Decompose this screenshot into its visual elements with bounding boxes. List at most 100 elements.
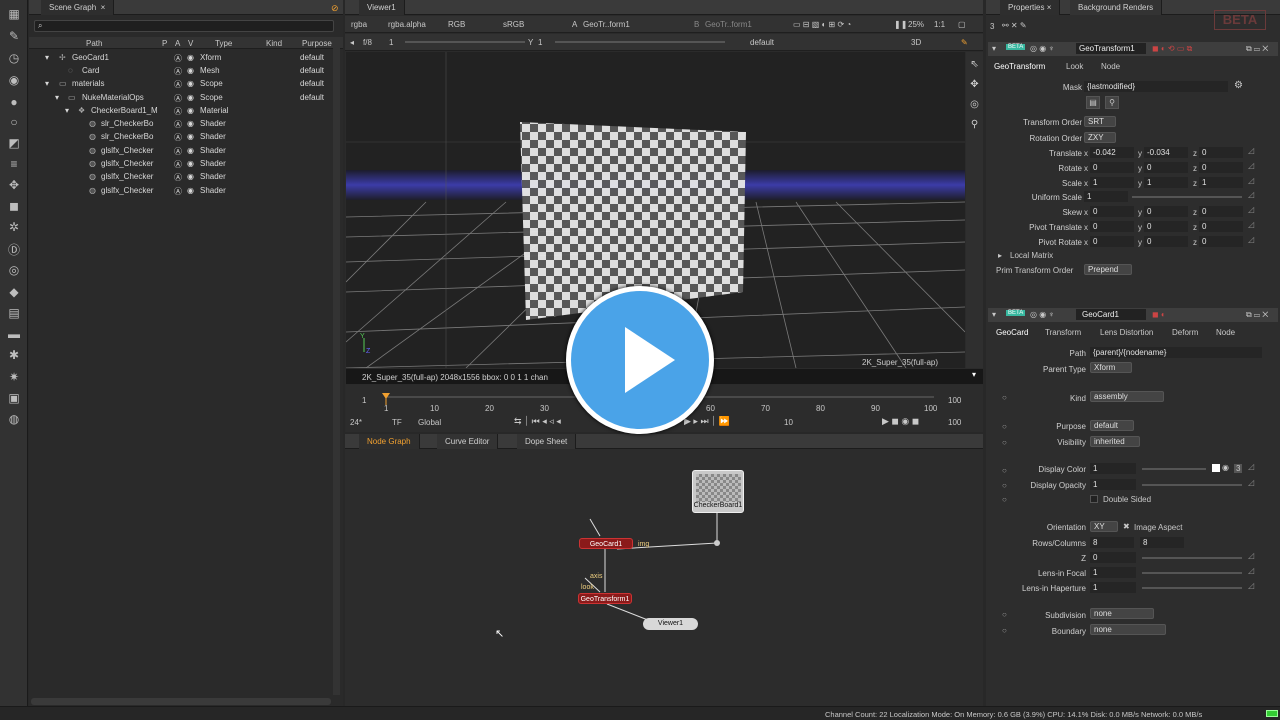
- scene-graph-search-input[interactable]: ⌕: [34, 20, 334, 32]
- transform-icon[interactable]: ✥: [968, 78, 981, 91]
- lens-haperture-slider[interactable]: [1142, 587, 1242, 589]
- frame-end-field[interactable]: 100: [948, 418, 961, 427]
- expand-icon[interactable]: ▾: [45, 53, 49, 62]
- color-swatch[interactable]: [1212, 464, 1220, 472]
- visibility-icon[interactable]: ◉: [187, 66, 194, 75]
- box-icon[interactable]: ▣: [6, 390, 22, 406]
- translate-x-field[interactable]: -0.042: [1090, 147, 1134, 158]
- col-path[interactable]: Path: [86, 39, 102, 48]
- display-mode-dropdown[interactable]: RGB: [448, 20, 465, 29]
- tab-properties[interactable]: Properties ×: [1000, 0, 1061, 15]
- visibility-icon[interactable]: ◉: [187, 186, 194, 195]
- rows-field[interactable]: 8: [1090, 537, 1134, 548]
- left-arrow-icon[interactable]: ◂: [350, 38, 354, 47]
- palette-icon[interactable]: ◉: [6, 72, 22, 88]
- timeline-in-point[interactable]: 1: [362, 396, 366, 405]
- pivot-rotate-x-field[interactable]: 0: [1090, 236, 1134, 247]
- geocard-node[interactable]: GeoCard1: [579, 538, 633, 549]
- fstop-dropdown[interactable]: f/8: [363, 38, 372, 47]
- pivot-translate-z-field[interactable]: 0: [1199, 221, 1243, 232]
- panel-color-icons[interactable]: ◼ ◐ ⟲ ▭ ⧉: [1152, 44, 1192, 54]
- tab-geotransform[interactable]: GeoTransform: [994, 62, 1045, 71]
- playback-forward-controls[interactable]: ▶ ▸ ⏭ ⏐ ⏩: [684, 416, 730, 427]
- anim-icon[interactable]: ◿: [1248, 551, 1254, 560]
- translate-y-field[interactable]: -0.034: [1144, 147, 1188, 158]
- alpha-dropdown[interactable]: rgba.alpha: [388, 20, 426, 29]
- active-icon[interactable]: Ⓐ: [174, 93, 182, 104]
- layers-icon[interactable]: ≡: [6, 156, 22, 172]
- gamma-value[interactable]: 1: [538, 38, 542, 47]
- lens-haperture-field[interactable]: 1: [1090, 582, 1136, 593]
- active-icon[interactable]: Ⓐ: [174, 53, 182, 64]
- folder-icon[interactable]: ▤: [1086, 96, 1100, 109]
- cube-icon[interactable]: ◼: [6, 198, 22, 214]
- pivot-translate-y-field[interactable]: 0: [1144, 221, 1188, 232]
- bar-icon[interactable]: ▬: [6, 326, 22, 342]
- checkerboard-node[interactable]: CheckerBoard1: [692, 470, 744, 513]
- channels-dropdown[interactable]: rgba: [351, 20, 367, 29]
- display-opacity-slider[interactable]: [1142, 484, 1242, 486]
- node-name-field[interactable]: GeoCard1: [1076, 309, 1146, 320]
- tab-dope-sheet[interactable]: Dope Sheet: [517, 434, 577, 449]
- max-panels-field[interactable]: 3: [990, 22, 994, 31]
- horizontal-scrollbar[interactable]: [31, 698, 331, 705]
- tab-curve-editor[interactable]: Curve Editor: [437, 434, 499, 449]
- rotate-z-field[interactable]: 0: [1199, 162, 1243, 173]
- expand-icon[interactable]: ▾: [55, 93, 59, 102]
- vertical-scrollbar[interactable]: [333, 40, 340, 695]
- zoom-dropdown[interactable]: 25%: [908, 20, 924, 29]
- camera-dropdown[interactable]: default: [750, 38, 774, 47]
- tab-geocard[interactable]: GeoCard: [996, 328, 1028, 337]
- select-icon[interactable]: ⇖: [968, 58, 981, 71]
- visibility-icon[interactable]: ◉: [187, 119, 194, 128]
- paint-icon[interactable]: ✎: [961, 38, 968, 47]
- anim-icon[interactable]: ◿: [1248, 478, 1254, 487]
- move-icon[interactable]: ✥: [6, 177, 22, 193]
- globe-icon[interactable]: ◍: [6, 411, 22, 427]
- display-color-field[interactable]: 1: [1090, 463, 1136, 474]
- close-icon[interactable]: ×: [1047, 3, 1052, 12]
- grid-icon[interactable]: ▦: [6, 6, 22, 22]
- toggle-circle-icon[interactable]: ○: [1002, 495, 1007, 504]
- eye-icon[interactable]: ◎: [6, 262, 22, 278]
- expand-icon[interactable]: ▾: [65, 106, 69, 115]
- display-opacity-field[interactable]: 1: [1090, 479, 1136, 490]
- node-icons[interactable]: ◎ ◉ ♆: [1030, 310, 1054, 319]
- input-b-dropdown[interactable]: GeoTr..form1: [705, 20, 752, 29]
- tab-look[interactable]: Look: [1066, 62, 1083, 71]
- col-purpose[interactable]: Purpose: [302, 39, 332, 48]
- node-icons[interactable]: ◎ ◉ ♆: [1030, 44, 1054, 53]
- pivot-translate-x-field[interactable]: 0: [1090, 221, 1134, 232]
- lock-icon[interactable]: ⊘: [331, 3, 339, 14]
- ratio-dropdown[interactable]: 1:1: [934, 20, 945, 29]
- visibility-icon[interactable]: ◉: [187, 93, 194, 102]
- particles-icon[interactable]: ✲: [6, 219, 22, 235]
- tab-node[interactable]: Node: [1101, 62, 1120, 71]
- gain-value[interactable]: 1: [389, 38, 393, 47]
- table-row[interactable]: ◍ glslfx_Checker Ⓐ ◉ Shader: [29, 170, 343, 183]
- tf-dropdown[interactable]: TF: [392, 418, 402, 427]
- fps-dropdown[interactable]: 24*: [350, 418, 362, 427]
- skew-y-field[interactable]: 0: [1144, 206, 1188, 217]
- gear-icon[interactable]: ⚙: [1234, 80, 1243, 91]
- anim-icon[interactable]: ◿: [1248, 190, 1254, 199]
- active-icon[interactable]: Ⓐ: [174, 119, 182, 130]
- transform-order-dropdown[interactable]: SRT: [1084, 116, 1116, 127]
- anim-icon[interactable]: ◿: [1248, 462, 1254, 471]
- table-row[interactable]: ◍ glslfx_Checker Ⓐ ◉ Shader: [29, 184, 343, 197]
- lens-focal-slider[interactable]: [1142, 572, 1242, 574]
- z-field[interactable]: 0: [1090, 552, 1136, 563]
- active-icon[interactable]: Ⓐ: [174, 186, 182, 197]
- target-icon[interactable]: ◎: [968, 98, 981, 111]
- color-wheel-icon[interactable]: ◉: [1222, 463, 1229, 472]
- play-button[interactable]: [566, 286, 714, 434]
- lens-focal-field[interactable]: 1: [1090, 567, 1136, 578]
- range-dropdown[interactable]: Global: [418, 418, 441, 427]
- scale-y-field[interactable]: 1: [1144, 177, 1188, 188]
- expand-icon[interactable]: ▸: [998, 251, 1002, 260]
- visibility-icon[interactable]: ◉: [187, 132, 194, 141]
- circle-icon[interactable]: ○: [6, 114, 22, 130]
- pen-icon[interactable]: ✎: [6, 28, 22, 44]
- visibility-icon[interactable]: ◉: [187, 159, 194, 168]
- hierarchy-select-icon[interactable]: ⚲: [1105, 96, 1119, 109]
